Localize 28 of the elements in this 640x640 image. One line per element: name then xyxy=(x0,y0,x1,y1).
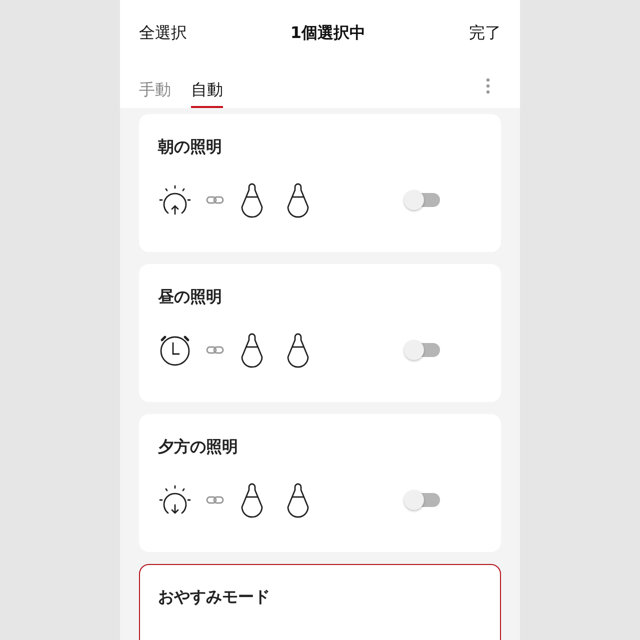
scene-title: 朝の照明 xyxy=(158,137,222,158)
light-bulb-icon xyxy=(286,482,310,518)
alarm-clock-icon xyxy=(158,333,192,367)
more-options-icon[interactable] xyxy=(486,78,490,94)
screen-title: 1個選択中 xyxy=(290,22,366,44)
light-bulb-icon xyxy=(286,332,310,368)
light-bulb-icon xyxy=(240,332,264,368)
scene-card[interactable]: 夕方の照明 xyxy=(139,414,501,552)
done-button[interactable]: 完了 xyxy=(468,22,501,44)
toggle-switch[interactable] xyxy=(404,340,440,360)
scene-card[interactable]: おやすみモード xyxy=(139,564,501,640)
select-all-button[interactable]: 全選択 xyxy=(139,22,187,44)
scene-card[interactable]: 昼の照明 xyxy=(139,264,501,402)
light-bulb-icon xyxy=(240,182,264,218)
tab[interactable]: 手動 xyxy=(139,66,171,108)
scene-title: おやすみモード xyxy=(158,587,270,608)
sunrise-icon xyxy=(158,183,192,217)
scene-title: 昼の照明 xyxy=(158,287,222,308)
link-icon xyxy=(206,196,224,204)
light-bulb-icon xyxy=(240,482,264,518)
link-icon xyxy=(206,346,224,354)
light-bulb-icon xyxy=(286,182,310,218)
scene-card[interactable]: 朝の照明 xyxy=(139,114,501,252)
scene-title: 夕方の照明 xyxy=(158,437,238,458)
toggle-switch[interactable] xyxy=(404,190,440,210)
tab[interactable]: 自動 xyxy=(191,66,223,108)
link-icon xyxy=(206,496,224,504)
toggle-switch[interactable] xyxy=(404,490,440,510)
